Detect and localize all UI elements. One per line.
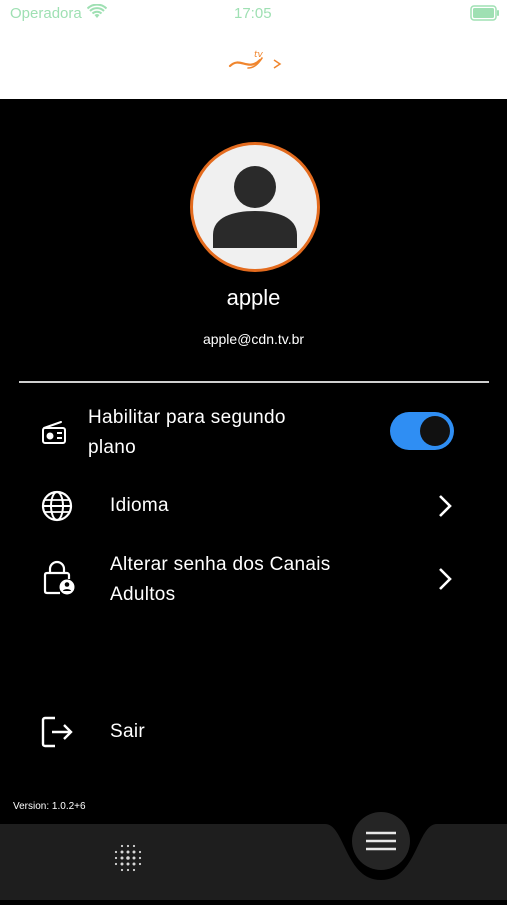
chevron-right-icon (436, 567, 454, 596)
profile-email: apple@cdn.tv.br (202, 331, 305, 347)
logout-label: Sair (110, 721, 145, 742)
setting-label-background: Habilitar para segundo plano (88, 407, 286, 458)
wifi-icon (86, 3, 108, 25)
setting-label-adult-password: Alterar senha dos Canais Adultos (110, 554, 331, 605)
divider (19, 381, 489, 383)
person-icon (213, 166, 297, 248)
radio-icon (40, 419, 68, 452)
clock: 17:05 (234, 5, 272, 22)
version-label: Version: 1.0.2+6 (13, 801, 86, 812)
svg-text:tv: tv (254, 50, 264, 60)
chevron-right-icon (436, 494, 454, 523)
profile-panel: apple apple@cdn.tv.br Habilitar para seg… (0, 99, 507, 826)
status-bar: Operadora 17:05 (0, 0, 507, 28)
profile-name: apple (226, 285, 281, 310)
hamburger-icon (366, 831, 396, 851)
dots-grid-icon[interactable] (112, 842, 144, 879)
lock-person-icon (43, 560, 75, 601)
avatar[interactable] (190, 142, 320, 272)
menu-button[interactable] (352, 812, 410, 870)
brand-logo-icon: tv (226, 46, 288, 79)
bottom-nav (0, 824, 507, 900)
toggle-knob (420, 416, 450, 446)
app-header: tv (0, 28, 507, 99)
setting-label-language: Idioma (110, 495, 169, 516)
carrier-label: Operadora (10, 5, 82, 22)
logout-icon (41, 716, 75, 753)
battery-icon (470, 5, 500, 26)
background-toggle[interactable] (390, 412, 454, 450)
globe-icon (41, 490, 73, 527)
